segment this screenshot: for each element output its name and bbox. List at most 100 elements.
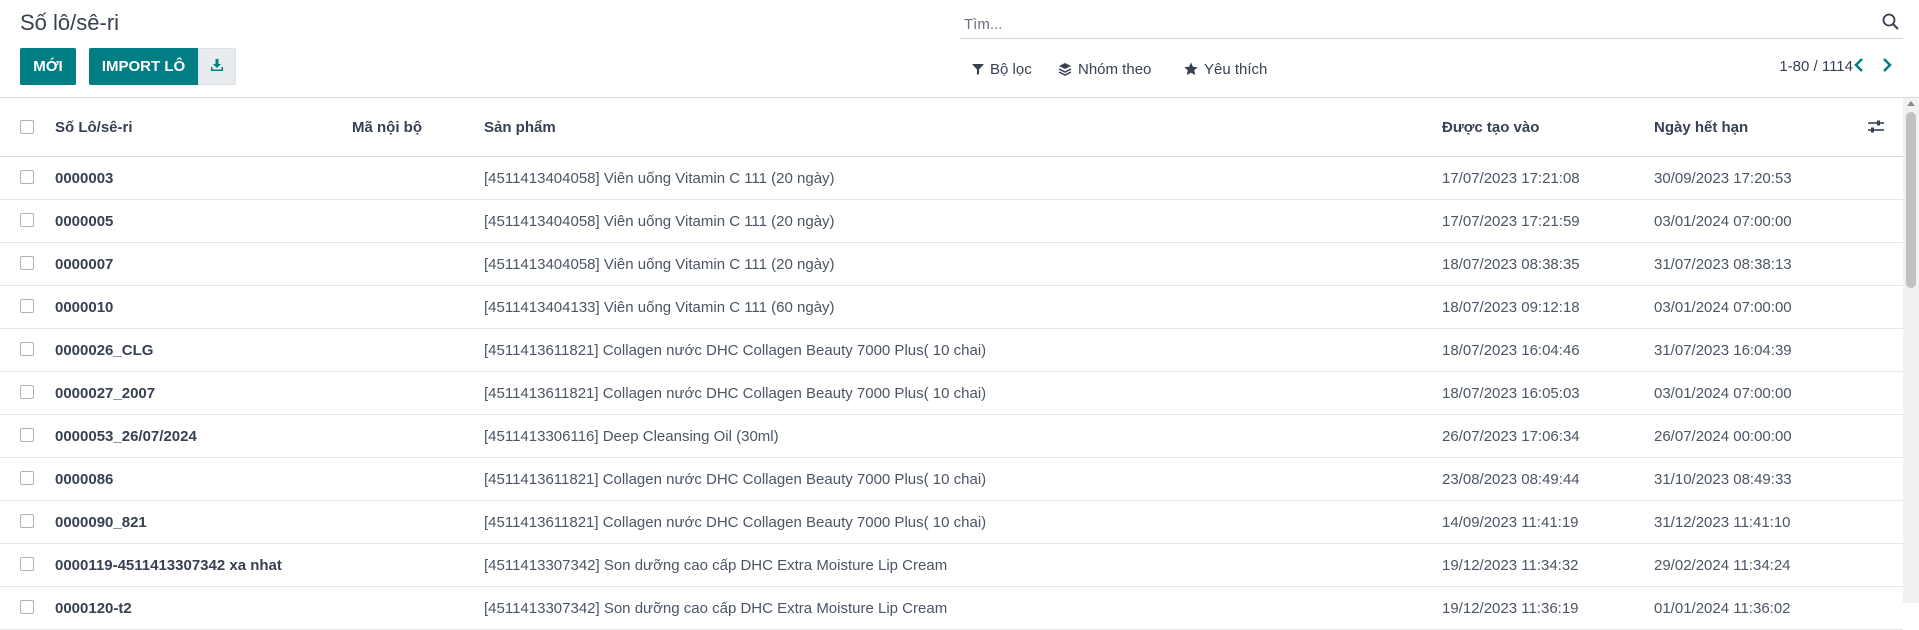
group-by-label: Nhóm theo (1078, 60, 1152, 78)
column-header-lot[interactable]: Số Lô/sê-ri (55, 98, 133, 156)
cell-created: 18/07/2023 16:04:46 (1442, 341, 1580, 359)
layers-icon (1058, 62, 1072, 76)
cell-lot: 0000010 (55, 298, 114, 316)
cell-product: [4511413611821] Collagen nước DHC Collag… (484, 513, 987, 531)
cell-created: 26/07/2023 17:06:34 (1442, 427, 1580, 445)
cell-expiry: 31/07/2023 16:04:39 (1654, 341, 1792, 359)
table-row[interactable]: 0000010 [4511413404133] Viên uống Vitamin… (0, 286, 1903, 329)
cell-lot: 0000007 (55, 255, 114, 273)
cell-lot: 0000119-4511413307342 xa nhat (55, 556, 282, 574)
search-icon[interactable] (1881, 12, 1901, 32)
cell-created: 19/12/2023 11:36:19 (1442, 599, 1579, 617)
cell-product: [4511413307342] Son dưỡng cao cấp DHC Ex… (484, 556, 948, 574)
cell-product: [4511413404058] Viên uống Vitamin C 111 … (484, 169, 835, 187)
cell-created: 17/07/2023 17:21:59 (1442, 212, 1580, 230)
cell-created: 17/07/2023 17:21:08 (1442, 169, 1580, 187)
cell-created: 23/08/2023 08:49:44 (1442, 470, 1580, 488)
table-row[interactable]: 0000027_2007 [4511413611821] Collagen nướ… (0, 372, 1903, 415)
row-checkbox[interactable] (20, 170, 34, 184)
table-row[interactable]: 0000119-4511413307342 xa nhat [4511413307… (0, 544, 1903, 587)
cell-expiry: 03/01/2024 07:00:00 (1654, 212, 1792, 230)
row-checkbox[interactable] (20, 256, 34, 270)
cell-product: [4511413611821] Collagen nước DHC Collag… (484, 470, 987, 488)
cell-expiry: 31/12/2023 11:41:10 (1654, 513, 1791, 531)
table-body: 0000003 [4511413404058] Viên uống Vitamin… (0, 157, 1903, 630)
cell-expiry: 31/10/2023 08:49:33 (1654, 470, 1792, 488)
cell-product: [4511413306116] Deep Cleansing Oil (30ml… (484, 427, 779, 445)
cell-lot: 0000003 (55, 169, 114, 187)
cell-expiry: 01/01/2024 11:36:02 (1654, 599, 1791, 617)
row-checkbox[interactable] (20, 299, 34, 313)
row-checkbox[interactable] (20, 385, 34, 399)
filter-icon (972, 63, 984, 75)
chevron-right-icon (1881, 57, 1893, 77)
row-checkbox[interactable] (20, 471, 34, 485)
column-header-ref[interactable]: Mã nội bộ (352, 98, 422, 156)
cell-expiry: 29/02/2024 11:34:24 (1654, 556, 1791, 574)
favorites-label: Yêu thích (1204, 60, 1268, 78)
table-row[interactable]: 0000120-t2 [4511413307342] Son dưỡng cao … (0, 587, 1903, 630)
cell-created: 18/07/2023 08:38:35 (1442, 255, 1580, 273)
search-bar (960, 8, 1903, 39)
cell-product: [4511413611821] Collagen nước DHC Collag… (484, 384, 987, 402)
cell-expiry: 31/07/2023 08:38:13 (1654, 255, 1792, 273)
cell-lot: 0000090_821 (55, 513, 147, 531)
row-checkbox[interactable] (20, 213, 34, 227)
cell-expiry: 03/01/2024 07:00:00 (1654, 298, 1792, 316)
table-row[interactable]: 0000053_26/07/2024 [4511413306116] Deep C… (0, 415, 1903, 458)
row-checkbox[interactable] (20, 600, 34, 614)
cell-expiry: 30/09/2023 17:20:53 (1654, 169, 1792, 187)
cell-lot: 0000120-t2 (55, 599, 132, 617)
row-checkbox[interactable] (20, 557, 34, 571)
cell-expiry: 26/07/2024 00:00:00 (1654, 427, 1792, 445)
download-button[interactable] (198, 48, 236, 85)
cell-lot: 0000086 (55, 470, 114, 488)
pager-value[interactable]: 1-80 / 1114 (1779, 58, 1853, 75)
pager-previous-button[interactable] (1847, 54, 1871, 80)
table-row[interactable]: 0000026_CLG [4511413611821] Collagen nước… (0, 329, 1903, 372)
star-icon (1184, 62, 1198, 76)
cell-created: 14/09/2023 11:41:19 (1442, 513, 1579, 531)
new-button[interactable]: MỚI (20, 48, 76, 85)
favorites-toggle[interactable]: Yêu thích (1184, 58, 1267, 80)
table-row[interactable]: 0000003 [4511413404058] Viên uống Vitamin… (0, 157, 1903, 200)
search-input[interactable] (962, 12, 1846, 36)
table-row[interactable]: 0000007 [4511413404058] Viên uống Vitamin… (0, 243, 1903, 286)
cell-lot: 0000053_26/07/2024 (55, 427, 197, 445)
column-header-expiry[interactable]: Ngày hết hạn (1654, 98, 1748, 156)
column-header-created[interactable]: Được tạo vào (1442, 98, 1539, 156)
cell-created: 18/07/2023 09:12:18 (1442, 298, 1580, 316)
cell-product: [4511413611821] Collagen nước DHC Collag… (484, 341, 987, 359)
column-header-product[interactable]: Sản phẩm (484, 98, 556, 156)
cell-lot: 0000026_CLG (55, 341, 154, 359)
table-header: Số Lô/sê-ri Mã nội bộ Sản phẩm Được tạo … (0, 98, 1903, 157)
cell-expiry: 03/01/2024 07:00:00 (1654, 384, 1792, 402)
table-row[interactable]: 0000005 [4511413404058] Viên uống Vitamin… (0, 200, 1903, 243)
row-checkbox[interactable] (20, 514, 34, 528)
cell-lot: 0000027_2007 (55, 384, 156, 402)
page-title: Số lô/sê-ri (20, 10, 120, 35)
scrollbar-thumb[interactable] (1906, 112, 1916, 288)
cell-lot: 0000005 (55, 212, 114, 230)
import-lot-button[interactable]: IMPORT LÔ (89, 48, 198, 85)
download-icon (210, 58, 224, 76)
cell-created: 18/07/2023 16:05:03 (1442, 384, 1580, 402)
row-checkbox[interactable] (20, 342, 34, 356)
optional-columns-icon[interactable] (1867, 118, 1885, 136)
cell-product: [4511413307342] Son dưỡng cao cấp DHC Ex… (484, 599, 948, 617)
cell-product: [4511413404058] Viên uống Vitamin C 111 … (484, 212, 835, 230)
cell-product: [4511413404133] Viên uống Vitamin C 111 … (484, 298, 835, 316)
table-row[interactable]: 0000086 [4511413611821] Collagen nước DHC… (0, 458, 1903, 501)
scroll-up-icon[interactable] (1907, 101, 1915, 106)
select-all-checkbox[interactable] (20, 120, 34, 134)
row-checkbox[interactable] (20, 428, 34, 442)
cell-product: [4511413404058] Viên uống Vitamin C 111 … (484, 255, 835, 273)
group-by-toggle[interactable]: Nhóm theo (1058, 58, 1151, 80)
cell-created: 19/12/2023 11:34:32 (1442, 556, 1579, 574)
filter-toggle[interactable]: Bộ lọc (972, 58, 1032, 80)
pager-next-button[interactable] (1875, 54, 1899, 80)
filter-label: Bộ lọc (990, 60, 1032, 78)
lot-list-table: Số Lô/sê-ri Mã nội bộ Sản phẩm Được tạo … (0, 98, 1903, 630)
table-row[interactable]: 0000090_821 [4511413611821] Collagen nước… (0, 501, 1903, 544)
vertical-scrollbar[interactable] (1903, 98, 1919, 603)
